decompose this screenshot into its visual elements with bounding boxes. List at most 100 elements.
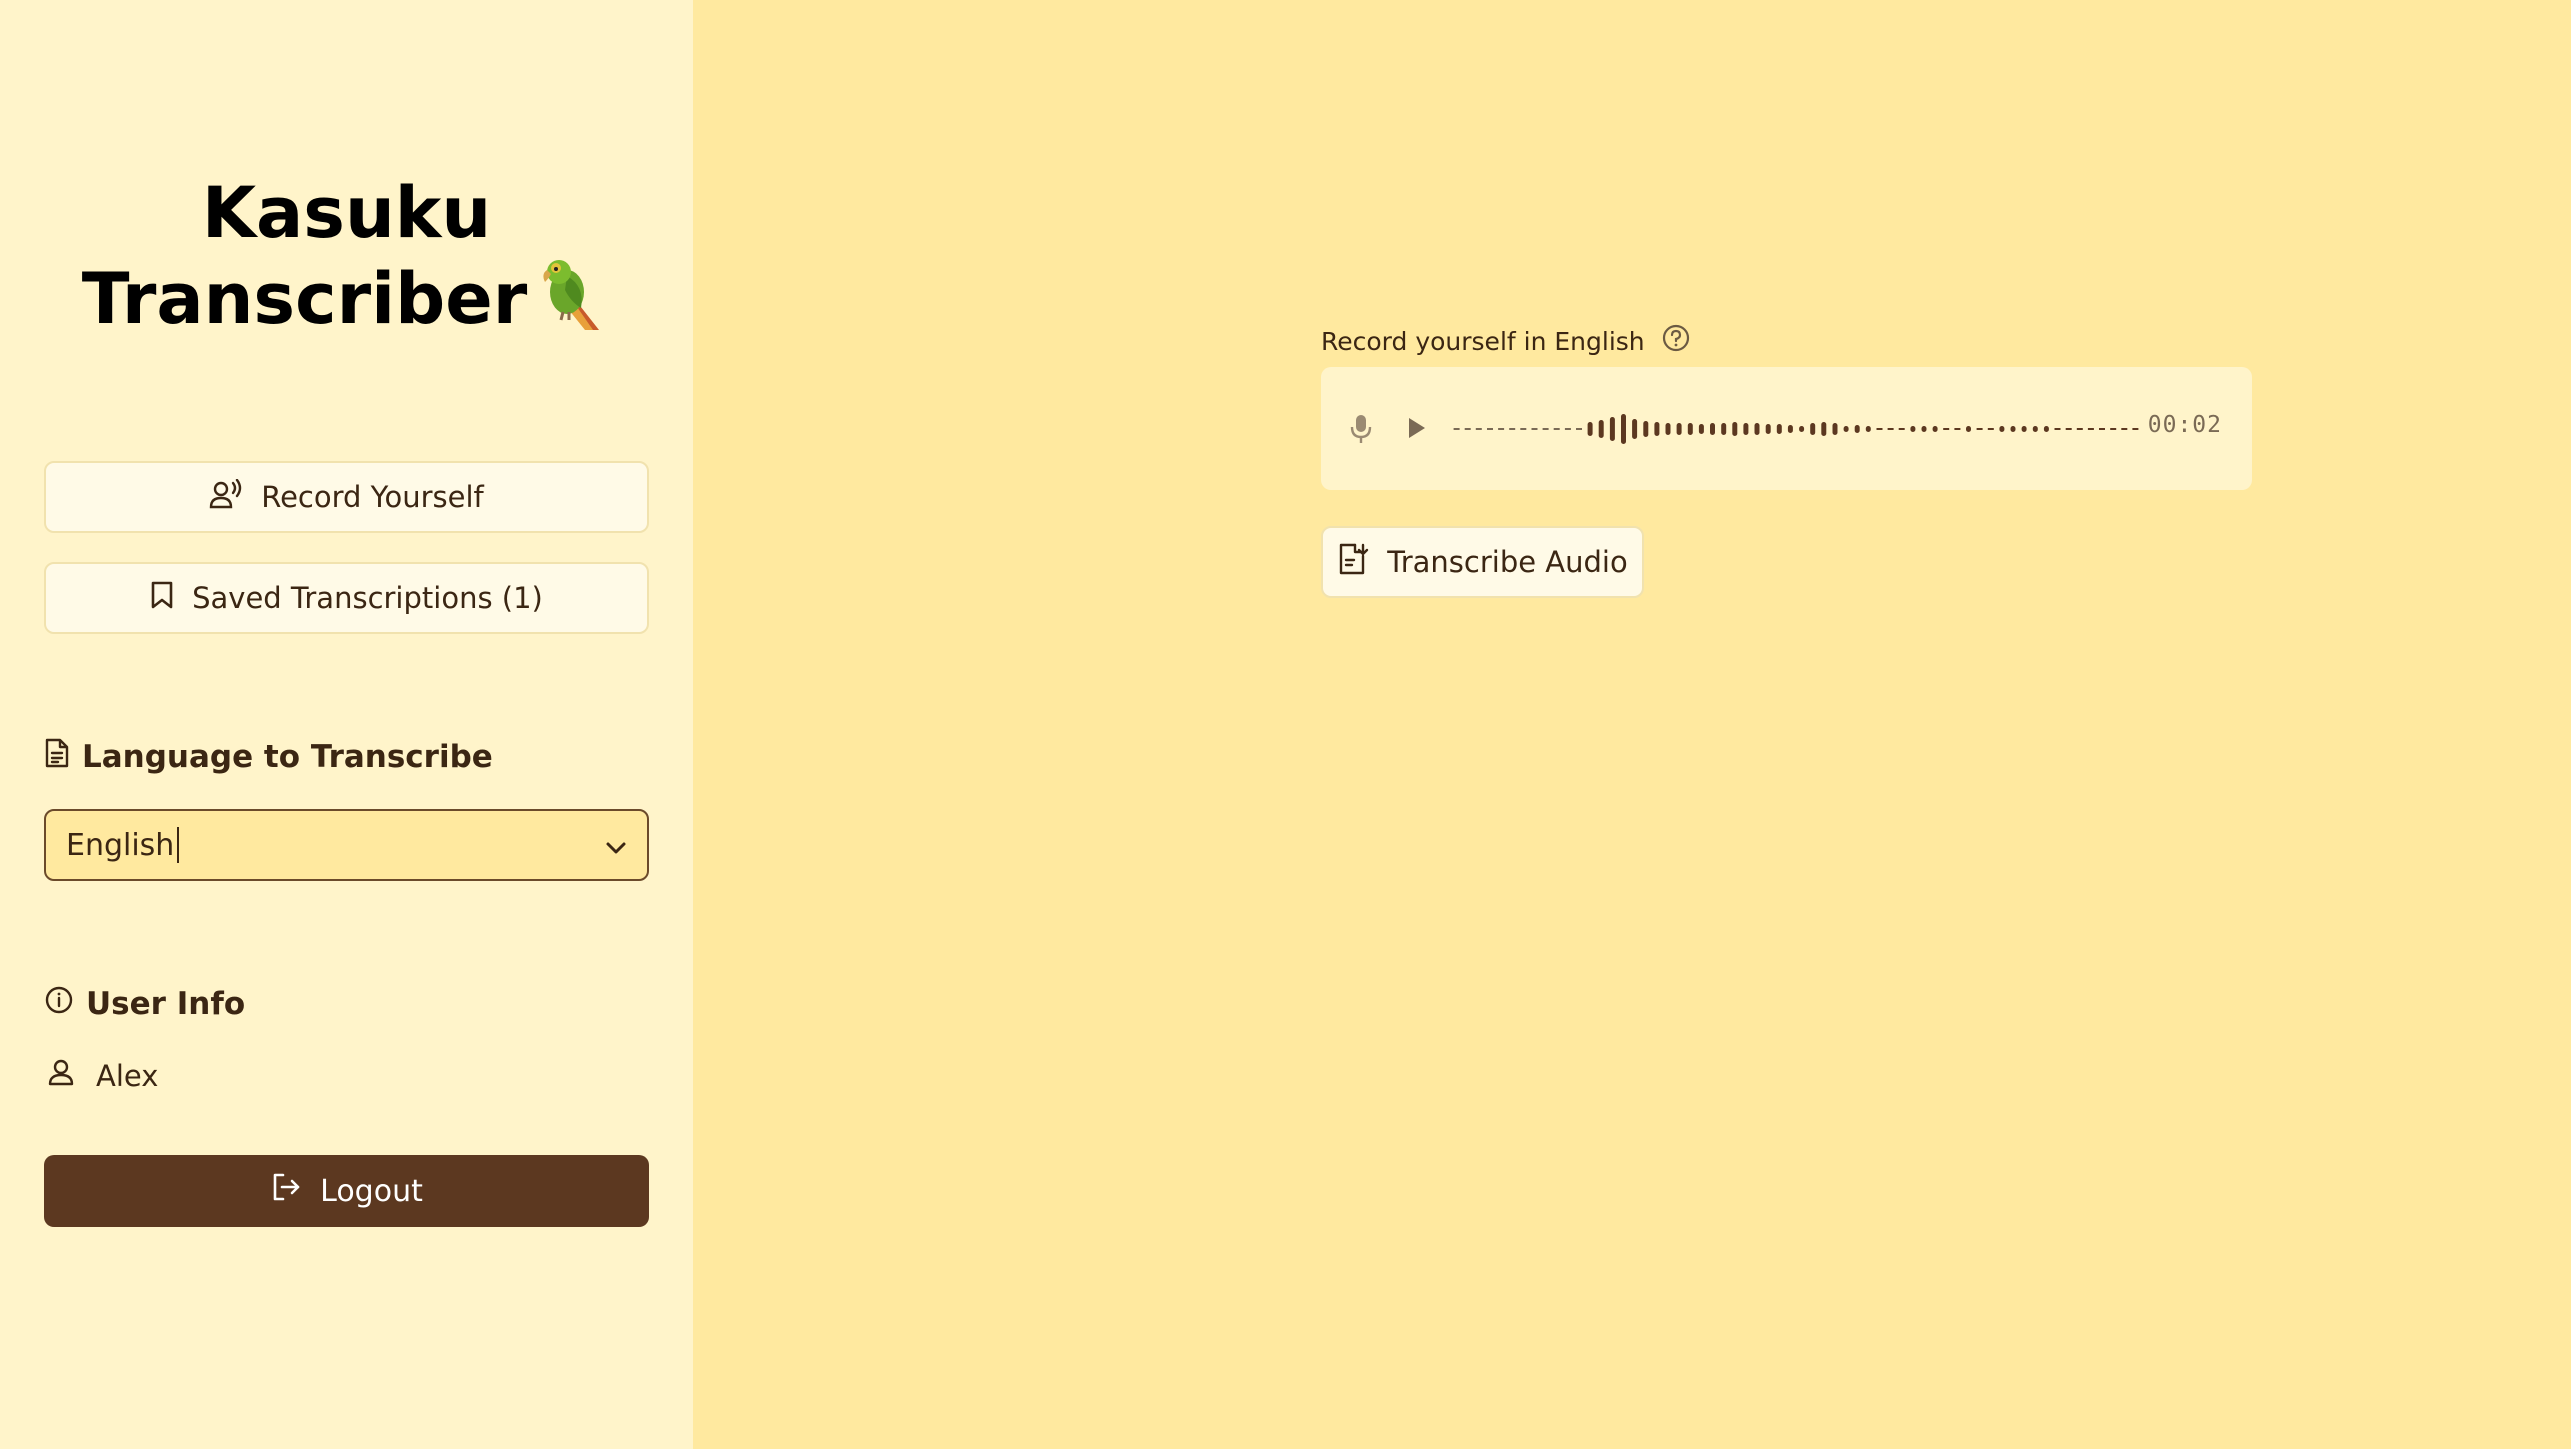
- waveform-bar: [1865, 426, 1871, 432]
- waveform-bar: [1954, 428, 1961, 430]
- app-title-line2: Transcriber: [81, 258, 528, 340]
- record-yourself-button[interactable]: Record Yourself: [44, 461, 649, 533]
- waveform-bar: [1542, 428, 1549, 430]
- bookmark-icon: [150, 580, 174, 617]
- waveform-bar: [1876, 428, 1883, 430]
- text-cursor: [177, 827, 180, 863]
- app-title-line1: Kasuku: [201, 172, 492, 254]
- waveform-bar: [1887, 428, 1894, 430]
- waveform-bar: [2010, 426, 2016, 432]
- language-section-title: Language to Transcribe: [44, 738, 493, 776]
- waveform-bar: [1821, 422, 1827, 436]
- waveform-bar: [1632, 419, 1638, 439]
- transcribe-icon: [1337, 542, 1369, 583]
- app-title: Kasuku Transcriber: [0, 170, 693, 351]
- language-select-value: English: [66, 827, 175, 863]
- waveform-bar: [2032, 426, 2038, 432]
- record-voice-icon: [209, 478, 243, 516]
- waveform-bar: [1553, 428, 1560, 430]
- waveform-bar: [1531, 428, 1538, 430]
- sidebar: Kasuku Transcriber Record Yourself Saved…: [0, 0, 693, 1449]
- waveform-bar: [1587, 422, 1593, 436]
- logout-icon: [270, 1171, 302, 1211]
- waveform-bar: [1832, 423, 1838, 435]
- language-select[interactable]: English: [44, 809, 649, 881]
- waveform-bar: [1464, 428, 1471, 430]
- user-info-label: User Info: [86, 986, 246, 1022]
- help-icon[interactable]: [1661, 323, 1691, 359]
- waveform-bar: [2054, 428, 2061, 430]
- waveform-bar: [1765, 424, 1771, 434]
- waveform-bar: [1453, 428, 1460, 430]
- player-time: 00:02: [2147, 412, 2222, 438]
- saved-transcriptions-button[interactable]: Saved Transcriptions (1): [44, 562, 649, 634]
- waveform-bar: [1687, 423, 1693, 435]
- waveform-bar: [2132, 428, 2139, 430]
- waveform-bar: [1743, 423, 1749, 435]
- audio-player: 00:02: [1321, 367, 2252, 490]
- waveform-bar: [1943, 428, 1950, 430]
- waveform-bar: [1966, 426, 1971, 432]
- user-icon: [48, 1058, 74, 1093]
- waveform-bar: [1721, 423, 1727, 435]
- user-row: Alex: [48, 1058, 158, 1093]
- logout-button[interactable]: Logout: [44, 1155, 649, 1227]
- waveform-bar: [2087, 428, 2094, 430]
- waveform-bar: [1654, 422, 1660, 436]
- waveform-bar: [1576, 428, 1582, 430]
- waveform-bar: [1810, 423, 1816, 435]
- waveform-bar: [1609, 417, 1615, 441]
- waveform-bar: [1498, 428, 1505, 430]
- waveform-bar: [1799, 426, 1805, 432]
- waveform-bar: [1698, 424, 1704, 434]
- transcribe-audio-button[interactable]: Transcribe Audio: [1321, 526, 1644, 598]
- waveform-bar: [1621, 414, 1626, 444]
- waveform-bar: [1987, 428, 1994, 430]
- logout-label: Logout: [320, 1173, 423, 1209]
- waveform-bar: [1754, 423, 1760, 435]
- waveform-bar: [1898, 428, 1905, 430]
- waveform-bar: [1665, 423, 1671, 435]
- record-prompt: Record yourself in English: [1321, 326, 1645, 356]
- waveform-bar: [1976, 428, 1983, 430]
- play-icon[interactable]: [1405, 415, 1427, 445]
- waveform-bar: [2021, 426, 2027, 432]
- waveform-bar: [1732, 422, 1738, 436]
- waveform-bar: [1509, 428, 1516, 430]
- waveform-bar: [2121, 428, 2128, 430]
- record-yourself-label: Record Yourself: [261, 480, 484, 514]
- waveform-bar: [2099, 428, 2105, 430]
- saved-transcriptions-label: Saved Transcriptions (1): [192, 581, 543, 615]
- waveform-bar: [1787, 425, 1793, 433]
- waveform-bar: [1564, 428, 1571, 430]
- info-icon: [44, 985, 74, 1023]
- app-title-line2-row: Transcriber: [0, 256, 693, 351]
- waveform-bar: [1843, 426, 1849, 432]
- document-icon: [44, 738, 70, 776]
- waveform-bar: [1999, 426, 2005, 432]
- waveform-bar: [1643, 421, 1649, 437]
- waveform-bar: [1932, 426, 1938, 432]
- waveform-bar: [1921, 426, 1927, 432]
- waveform-bar: [1475, 428, 1482, 430]
- language-section-label: Language to Transcribe: [82, 739, 493, 775]
- waveform-bar: [1854, 425, 1860, 433]
- waveform-bar: [1520, 428, 1527, 430]
- waveform-bar: [1676, 423, 1682, 435]
- waveform-bar: [1598, 420, 1604, 438]
- waveform[interactable]: [1451, 395, 2141, 467]
- app-root: Kasuku Transcriber Record Yourself Saved…: [0, 0, 2571, 1449]
- waveform-bar: [2076, 428, 2083, 430]
- record-prompt-row: Record yourself in English: [1321, 323, 1691, 359]
- waveform-bar: [2043, 426, 2049, 432]
- parrot-icon: [537, 256, 611, 351]
- mic-icon[interactable]: [1349, 413, 1373, 449]
- waveform-bar: [2065, 428, 2072, 430]
- waveform-bar: [1910, 426, 1916, 432]
- waveform-bar: [1487, 428, 1493, 430]
- chevron-down-icon[interactable]: [605, 828, 627, 863]
- waveform-bar: [2110, 428, 2117, 430]
- waveform-bar: [1776, 424, 1782, 434]
- user-info-section-title: User Info: [44, 985, 245, 1023]
- transcribe-audio-label: Transcribe Audio: [1387, 545, 1628, 579]
